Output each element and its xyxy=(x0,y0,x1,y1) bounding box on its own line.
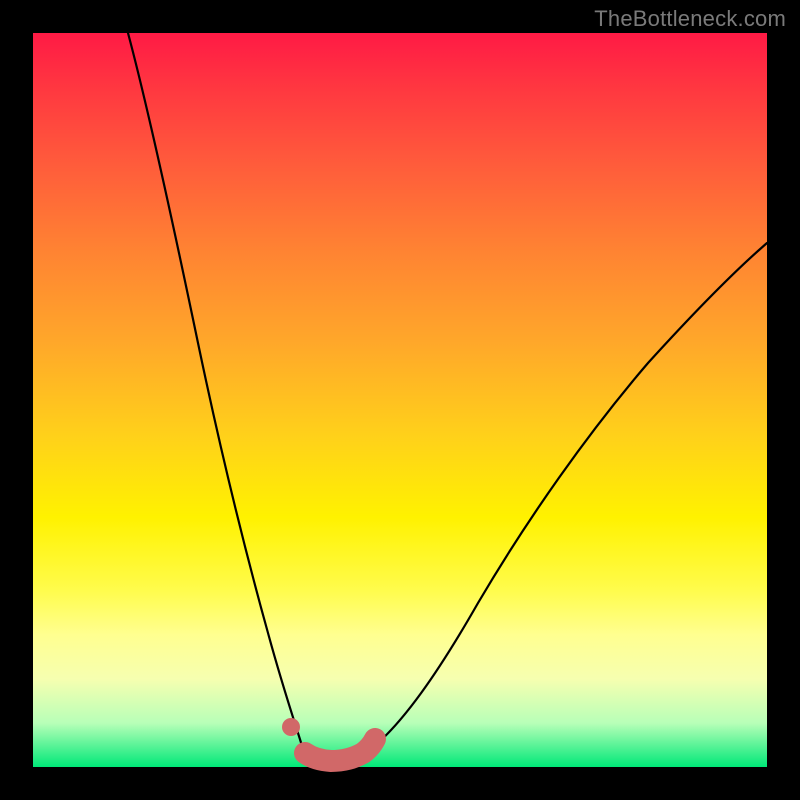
curve-right-branch xyxy=(371,243,767,749)
highlight-group xyxy=(282,718,375,761)
watermark-text: TheBottleneck.com xyxy=(594,6,786,32)
curve-group xyxy=(128,33,767,761)
optimal-dot xyxy=(282,718,300,736)
bottleneck-curve-plot xyxy=(33,33,767,767)
optimal-range-marker xyxy=(305,739,375,761)
curve-left-branch xyxy=(128,33,303,749)
chart-area xyxy=(33,33,767,767)
